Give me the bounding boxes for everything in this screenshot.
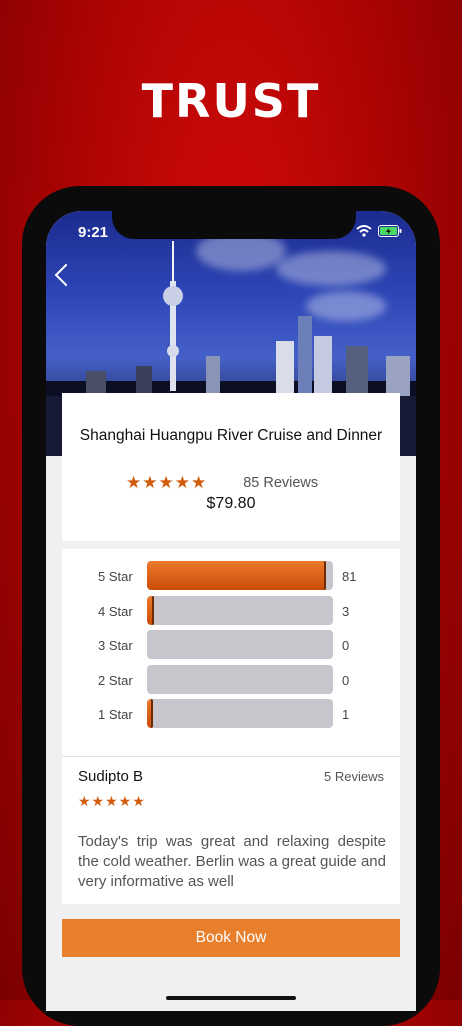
tour-review-count[interactable]: 85 Reviews [243, 475, 318, 491]
app-screen: Shanghai Huangpu River Cruise and Dinner… [46, 211, 416, 1011]
rating-bar-track [147, 699, 333, 728]
rating-bar-label: 4 Star [98, 604, 133, 619]
rating-bar-fill [147, 596, 154, 625]
rating-bar-count: 0 [342, 673, 350, 688]
rating-bar-label: 3 Star [98, 638, 133, 653]
rating-bar-row: 2 Star 0 [62, 665, 400, 695]
reviewer-review-count: 5 Reviews [324, 769, 384, 784]
reviewer-stars-icon: ★★★★★ [78, 793, 146, 809]
rating-bar-track [147, 630, 333, 659]
rating-bar-count: 3 [342, 604, 350, 619]
home-indicator [166, 996, 296, 1000]
review-text: Today's trip was great and relaxing desp… [78, 833, 386, 890]
tour-summary-card: Shanghai Huangpu River Cruise and Dinner… [62, 393, 400, 541]
rating-bar-row: 1 Star 1 [62, 699, 400, 729]
rating-bar-row: 4 Star 3 [62, 596, 400, 626]
rating-bar-label: 1 Star [98, 707, 133, 722]
rating-bar-row: 3 Star 0 [62, 630, 400, 660]
phone-notch [112, 211, 356, 239]
tour-price: $79.80 [206, 495, 256, 512]
rating-bar-count: 0 [342, 638, 350, 653]
rating-bar-count: 1 [342, 707, 350, 722]
reviewer-name[interactable]: Sudipto B [78, 768, 143, 785]
tour-rating-row: ★★★★★ 85 Reviews [126, 473, 318, 493]
status-icons [356, 225, 402, 237]
divider [62, 756, 400, 757]
rating-bar-row: 5 Star 81 [62, 561, 400, 591]
book-now-button[interactable]: Book Now [62, 919, 400, 957]
tour-title: Shanghai Huangpu River Cruise and Dinner [79, 427, 383, 444]
rating-bar-label: 2 Star [98, 673, 133, 688]
reviews-card: 5 Star 81 4 Star 3 3 Star 0 2 Star 0 1 Star 1 Sud… [62, 549, 400, 904]
rating-bar-label: 5 Star [98, 569, 133, 584]
battery-icon [378, 225, 402, 237]
rating-bar-fill [147, 561, 326, 590]
rating-bar-track [147, 596, 333, 625]
tour-stars-icon: ★★★★★ [126, 473, 208, 492]
rating-bar-count: 81 [342, 569, 357, 584]
wifi-icon [356, 225, 372, 237]
status-time: 9:21 [78, 224, 109, 241]
headline: TRUST [141, 74, 321, 128]
rating-bar-track [147, 665, 333, 694]
rating-bar-fill [147, 699, 153, 728]
rating-bar-track [147, 561, 333, 590]
